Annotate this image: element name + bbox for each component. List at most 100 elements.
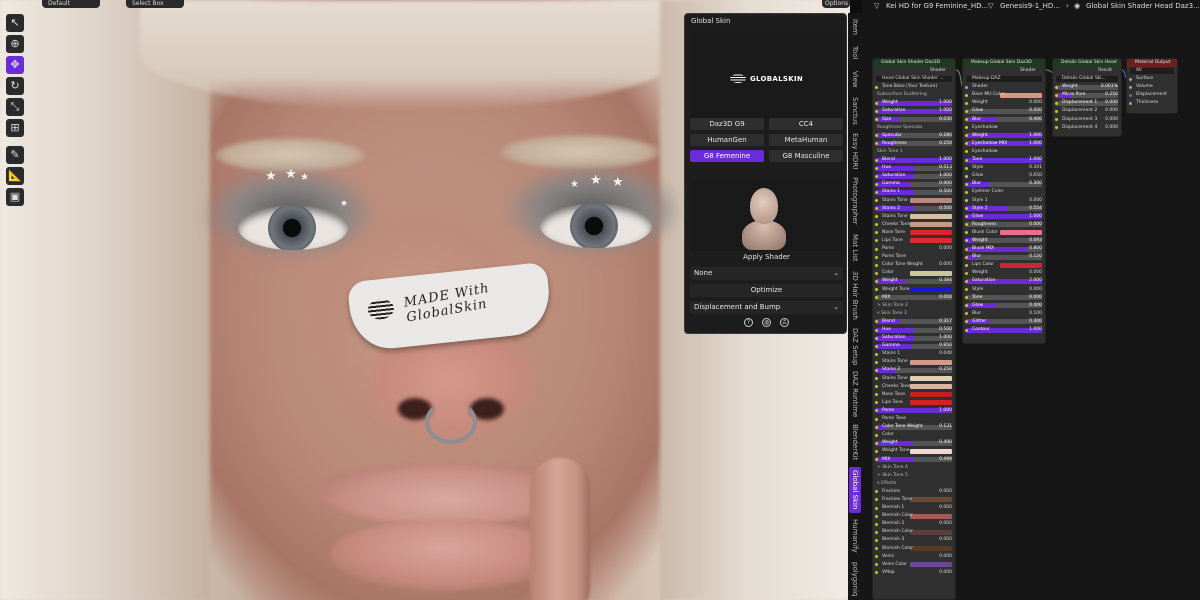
color-swatch[interactable] [910,238,952,244]
breadcrumb-object[interactable]: Kei HD for G9 Feminine_HD... [886,0,988,13]
slider-input[interactable]: Stains 2 0.500 [873,205,955,213]
move-icon[interactable]: ✥ [6,56,24,74]
tab-daz-runtime[interactable]: DAZ Runtime [849,371,861,417]
socket-dot-icon[interactable] [875,506,878,510]
slider-input[interactable]: Saturation 1.000 [873,107,955,115]
slider-input[interactable]: Eyeshadow MIX 1.000 [963,140,1045,148]
socket-dot-icon[interactable] [1129,93,1132,97]
socket-dot-icon[interactable] [875,352,878,356]
color-swatch[interactable] [910,497,952,503]
slider-input[interactable]: Blend 1.000 [873,156,955,164]
value-input[interactable]: Weight 0.000 [963,269,1045,277]
slider-input[interactable]: Hue 0.513 [873,164,955,172]
socket-dot-icon[interactable] [875,344,878,348]
socket-dot-icon[interactable] [875,571,878,575]
value-input[interactable]: Displacement 4 0.000 [1053,124,1121,132]
tab-daz-setup[interactable]: DAZ Setup [849,327,861,367]
slider-input[interactable]: Hue 0.500 [873,326,955,334]
slider-input[interactable]: Tone 1.000 [963,156,1045,164]
color-input[interactable]: Weight Tone [873,286,955,294]
socket-dot-icon[interactable] [875,449,878,453]
color-swatch[interactable] [910,359,952,365]
socket-dot-icon[interactable] [965,174,968,178]
socket-dot-icon[interactable] [965,109,968,113]
socket-dot-icon[interactable] [965,93,968,97]
socket-dot-icon[interactable] [875,239,878,243]
socket-dot-icon[interactable] [875,109,878,113]
socket-dot-icon[interactable] [875,336,878,340]
socket-dot-icon[interactable] [875,328,878,332]
tab-item[interactable]: Item [849,16,861,38]
slider-input[interactable]: Gamma 0.950 [873,342,955,350]
slider-input[interactable]: Stains 1 0.500 [873,188,955,196]
color-input[interactable]: Blush Color [963,229,1045,237]
slider-input[interactable]: MIX 0.499 [873,456,955,464]
value-input[interactable]: VMap 0.000 [873,569,955,577]
slider-input[interactable]: Saturation 1.000 [873,172,955,180]
slider-input[interactable]: Displacement 1 0.000 [1053,99,1121,107]
socket-dot-icon[interactable] [875,263,878,267]
socket-dot-icon[interactable] [1055,109,1058,113]
socket-dot-icon[interactable] [965,312,968,316]
color-swatch[interactable] [1000,230,1042,236]
socket-dot-icon[interactable] [875,166,878,170]
breadcrumb-material[interactable]: Global Skin Shader Head Daz3... [1086,0,1200,13]
tab-tool[interactable]: Tool [849,42,861,64]
socket-dot-icon[interactable] [875,393,878,397]
value-input[interactable]: Pores 0.000 [873,245,955,253]
socket-dot-icon[interactable] [875,182,878,186]
color-input[interactable]: Blemish Color [873,512,955,520]
color-input[interactable]: Cheeks Tone [873,383,955,391]
socket-dot-icon[interactable] [875,271,878,275]
value-input[interactable]: Weight 0.000 [963,99,1045,107]
socket-dot-icon[interactable] [875,547,878,551]
socket-dot-icon[interactable] [965,126,968,130]
color-swatch[interactable] [910,384,952,390]
preset-button-g8-femenine[interactable]: G8 Femenine [690,150,764,162]
socket-dot-icon[interactable] [965,199,968,202]
select-mode-dropdown[interactable]: Select Box [126,0,184,8]
color-swatch[interactable] [910,513,952,519]
color-swatch[interactable] [910,400,952,406]
slider-input[interactable]: Glitter 0.300 [963,318,1045,326]
socket-dot-icon[interactable] [965,247,968,251]
socket-dot-icon[interactable] [875,174,878,178]
slider-input[interactable]: MIX 0.000 [873,294,955,302]
globe-icon[interactable]: ◍ [762,318,771,327]
socket-dot-icon[interactable] [965,158,968,162]
node-global-skin-shader[interactable]: Global Skin Shader Daz3D Shader Head Glob… [872,58,956,600]
socket-dot-icon[interactable] [875,530,878,534]
value-input[interactable]: Blemish 1 0.000 [873,504,955,512]
help-icon[interactable]: ? [744,318,753,327]
transform-icon[interactable]: ⊞ [6,119,24,137]
socket-dot-icon[interactable] [965,271,968,275]
preset-button-daz3d-g9[interactable]: Daz3D G9 [690,118,764,130]
color-swatch[interactable] [910,448,952,454]
tab-blenderkit[interactable]: BlenderKit [849,421,861,463]
node-makeup[interactable]: Makeup Global Skin Daz3D Shader Makeup DA… [962,58,1046,344]
socket-dot-icon[interactable] [875,199,878,202]
tab-easy-hdri[interactable]: Easy HDRI [849,131,861,171]
color-swatch[interactable] [910,270,952,276]
socket-dot-icon[interactable] [875,563,878,567]
socket-dot-icon[interactable] [965,279,968,283]
color-input[interactable]: Base MU Color [963,91,1045,99]
preset-button-cc4[interactable]: CC4 [769,118,843,130]
color-swatch[interactable] [910,222,952,228]
tab-view[interactable]: View [849,68,861,90]
add-cube-icon[interactable]: ▣ [6,188,24,206]
color-input[interactable]: Blemish Color [873,528,955,536]
color-input[interactable]: Lips Tone [873,237,955,245]
socket-dot-icon[interactable] [965,328,968,332]
node-field[interactable]: All [1127,67,1177,75]
slider-input[interactable]: Weight 1.000 [873,99,955,107]
socket-dot-icon[interactable] [965,255,968,259]
slider-input[interactable]: Specular 0.280 [873,132,955,140]
color-input[interactable]: Lips Color [963,261,1045,269]
color-swatch[interactable] [910,392,952,398]
socket-dot-icon[interactable] [965,150,968,154]
color-input[interactable]: Veins Color [873,561,955,569]
color-swatch[interactable] [910,287,952,293]
slider-input[interactable]: Roughness 0.000 [963,221,1045,229]
color-input[interactable]: Blemish Color [873,545,955,553]
